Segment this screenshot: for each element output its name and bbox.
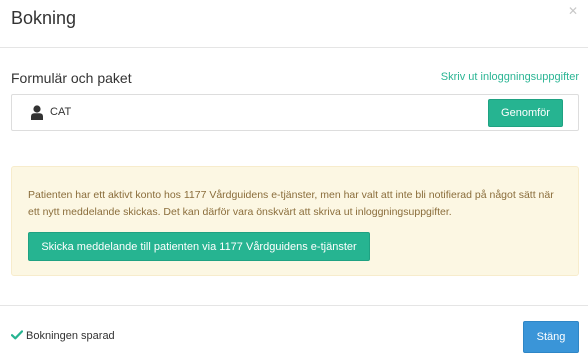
modal-title: Bokning	[11, 8, 77, 28]
package-row: CAT Genomför	[11, 94, 579, 131]
print-credentials-link[interactable]: Skriv ut inloggningsuppgifter	[441, 71, 579, 83]
package-name: CAT	[50, 106, 72, 118]
section-title: Formulär och paket	[11, 70, 132, 86]
close-icon[interactable]: ✕	[568, 4, 578, 18]
modal-header: Bokning ✕	[0, 0, 588, 48]
modal-footer: Bokningen sparad Stäng	[0, 305, 588, 361]
genomfor-button[interactable]: Genomför	[488, 99, 563, 127]
send-message-button[interactable]: Skicka meddelande till patienten via 117…	[28, 232, 370, 261]
notice-text: Patienten har ett aktivt konto hos 1177 …	[28, 189, 554, 218]
booking-modal: Bokning ✕ Formulär och paket Skriv ut in…	[0, 0, 588, 361]
notice-alert: Patienten har ett aktivt konto hos 1177 …	[11, 166, 579, 276]
saved-status-text: Bokningen sparad	[26, 330, 115, 342]
saved-status: Bokningen sparad	[11, 330, 115, 342]
check-icon	[11, 330, 23, 340]
close-button[interactable]: Stäng	[523, 321, 579, 353]
user-icon	[31, 105, 43, 120]
